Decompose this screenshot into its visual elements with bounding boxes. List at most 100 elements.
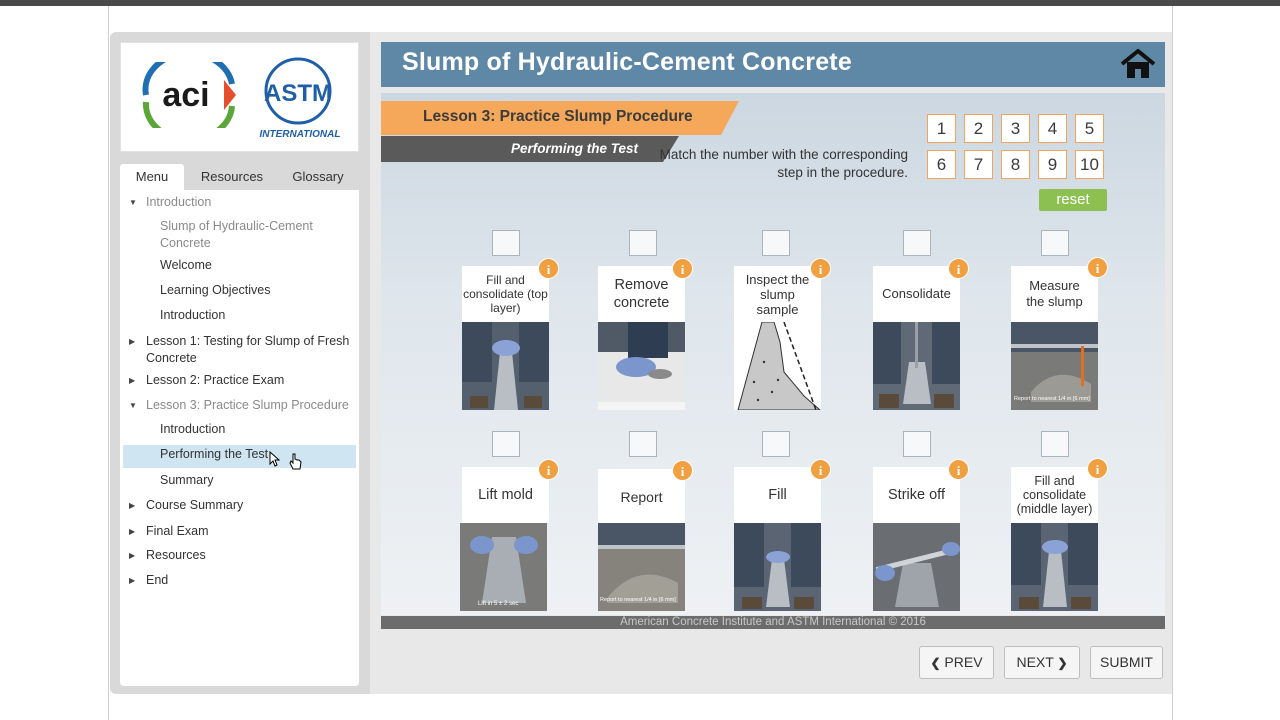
step-answer-box[interactable] bbox=[629, 230, 657, 256]
step-answer-box[interactable] bbox=[1041, 230, 1069, 256]
info-icon[interactable]: i bbox=[948, 459, 969, 480]
reset-button[interactable]: reset bbox=[1039, 189, 1107, 211]
next-label: NEXT bbox=[1016, 654, 1054, 670]
step-photo-lift-mold: Lift in 5 ± 2 sec bbox=[460, 523, 547, 611]
menu-item-slump-intro[interactable]: Slump of Hydraulic-Cement Concrete bbox=[160, 218, 340, 252]
step-label-fill-consolidate-middle: Fill and consolidate (middle layer) bbox=[1011, 467, 1098, 523]
copyright-text: American Concrete Institute and ASTM Int… bbox=[620, 616, 926, 628]
tab-menu[interactable]: Menu bbox=[120, 164, 184, 190]
step-answer-box[interactable] bbox=[1041, 431, 1069, 457]
tab-resources[interactable]: Resources bbox=[194, 164, 270, 190]
home-icon[interactable] bbox=[1120, 48, 1156, 80]
prev-button[interactable]: ❮ PREV bbox=[919, 646, 994, 679]
astm-logo-top: ASTM bbox=[264, 80, 332, 107]
step-label-measure: Measure the slump bbox=[1011, 266, 1098, 322]
number-box-5[interactable]: 5 bbox=[1075, 114, 1104, 143]
step-photo-fill bbox=[734, 523, 821, 611]
info-icon[interactable]: i bbox=[538, 459, 559, 480]
instructions: Match the number with the corresponding … bbox=[659, 147, 908, 180]
step-label-consolidate: Consolidate bbox=[873, 266, 960, 322]
step-label-remove-concrete: Remove concrete bbox=[598, 266, 685, 322]
step-photo-fill-consolidate-middle bbox=[1011, 523, 1098, 611]
step-label-inspect: Inspect the slump sample bbox=[734, 266, 821, 322]
info-icon[interactable]: i bbox=[1087, 257, 1108, 278]
menu-item-lesson-3[interactable]: Lesson 3: Practice Slump Procedure bbox=[146, 397, 349, 414]
number-box-6[interactable]: 6 bbox=[927, 150, 956, 179]
info-icon[interactable]: i bbox=[810, 459, 831, 480]
lesson-subtitle: Performing the Test bbox=[511, 141, 639, 156]
menu-item-lesson3-introduction[interactable]: Introduction bbox=[160, 421, 225, 438]
info-icon[interactable]: i bbox=[1087, 458, 1108, 479]
photo-caption-measure: Report to nearest 1/4 in [6 mm] bbox=[1014, 396, 1090, 402]
step-photo-measure: Report to nearest 1/4 in [6 mm] bbox=[1011, 322, 1098, 410]
step-answer-box[interactable] bbox=[762, 431, 790, 457]
info-icon[interactable]: i bbox=[810, 258, 831, 279]
menu-item-final-exam[interactable]: Final Exam bbox=[146, 523, 209, 540]
info-icon[interactable]: i bbox=[672, 460, 693, 481]
step-label-lift-mold: Lift mold bbox=[462, 467, 549, 523]
menu-item-learning-objectives[interactable]: Learning Objectives bbox=[160, 282, 270, 299]
chevron-left-icon: ❮ bbox=[930, 656, 941, 670]
chevron-right-icon[interactable]: ▶ bbox=[129, 337, 135, 346]
chevron-right-icon: ❯ bbox=[1057, 656, 1068, 670]
chevron-right-icon[interactable]: ▶ bbox=[129, 527, 135, 536]
step-label-report: Report bbox=[598, 469, 685, 525]
tab-glossary[interactable]: Glossary bbox=[282, 164, 354, 190]
menu-item-lesson-1[interactable]: Lesson 1: Testing for Slump of Fresh Con… bbox=[146, 333, 358, 367]
chevron-down-icon[interactable]: ▼ bbox=[129, 198, 137, 207]
number-box-7[interactable]: 7 bbox=[964, 150, 993, 179]
next-button[interactable]: NEXT ❯ bbox=[1004, 646, 1080, 679]
step-photo-fill-consolidate-top bbox=[462, 322, 549, 410]
number-box-9[interactable]: 9 bbox=[1038, 150, 1067, 179]
number-box-3[interactable]: 3 bbox=[1001, 114, 1030, 143]
step-answer-box[interactable] bbox=[492, 230, 520, 256]
step-photo-slump-diagram bbox=[734, 322, 821, 410]
aci-logo: aci bbox=[142, 62, 236, 128]
step-photo-report: Report to nearest 1/4 in [6 mm] bbox=[598, 523, 685, 611]
step-photo-strike-off bbox=[873, 523, 960, 611]
menu-item-introduction-sub[interactable]: Introduction bbox=[160, 307, 225, 324]
lesson-title: Lesson 3: Practice Slump Procedure bbox=[423, 108, 693, 125]
number-box-4[interactable]: 4 bbox=[1038, 114, 1067, 143]
number-box-1[interactable]: 1 bbox=[927, 114, 956, 143]
chevron-right-icon[interactable]: ▶ bbox=[129, 576, 135, 585]
step-answer-box[interactable] bbox=[762, 230, 790, 256]
menu-item-resources[interactable]: Resources bbox=[146, 547, 206, 564]
step-answer-box[interactable] bbox=[903, 431, 931, 457]
menu-item-welcome[interactable]: Welcome bbox=[160, 257, 212, 274]
hand-cursor-icon bbox=[269, 450, 302, 470]
info-icon[interactable]: i bbox=[538, 258, 559, 279]
info-icon[interactable]: i bbox=[672, 258, 693, 279]
aci-logo-text: aci bbox=[162, 76, 209, 114]
prev-label: PREV bbox=[944, 654, 983, 670]
menu-item-end[interactable]: End bbox=[146, 572, 168, 589]
menu-item-lesson-2[interactable]: Lesson 2: Practice Exam bbox=[146, 372, 284, 389]
step-answer-box[interactable] bbox=[903, 230, 931, 256]
course-menu bbox=[120, 190, 359, 686]
step-answer-box[interactable] bbox=[492, 431, 520, 457]
step-label-strike-off: Strike off bbox=[873, 467, 960, 523]
menu-item-summary[interactable]: Summary bbox=[160, 472, 213, 489]
number-box-8[interactable]: 8 bbox=[1001, 150, 1030, 179]
sidebar-tabs: Menu Resources Glossary bbox=[120, 164, 359, 190]
menu-item-course-summary[interactable]: Course Summary bbox=[146, 497, 243, 514]
photo-caption-report: Report to nearest 1/4 in [6 mm] bbox=[600, 597, 676, 603]
photo-caption-lift: Lift in 5 ± 2 sec bbox=[478, 601, 518, 607]
astm-logo: ASTM INTERNATIONAL bbox=[260, 57, 341, 140]
step-photo-remove-concrete bbox=[598, 322, 685, 410]
chevron-right-icon[interactable]: ▶ bbox=[129, 551, 135, 560]
menu-item-performing-the-test[interactable]: Performing the Test bbox=[160, 446, 268, 463]
step-label-fill: Fill bbox=[734, 467, 821, 523]
chevron-right-icon[interactable]: ▶ bbox=[129, 376, 135, 385]
step-answer-box[interactable] bbox=[629, 431, 657, 457]
step-label-fill-consolidate-top: Fill and consolidate (top layer) bbox=[462, 266, 549, 322]
menu-item-introduction[interactable]: Introduction bbox=[146, 194, 211, 211]
submit-button[interactable]: SUBMIT bbox=[1090, 646, 1163, 679]
number-box-10[interactable]: 10 bbox=[1075, 150, 1104, 179]
chevron-right-icon[interactable]: ▶ bbox=[129, 501, 135, 510]
chevron-down-icon[interactable]: ▼ bbox=[129, 401, 137, 410]
astm-logo-bottom: INTERNATIONAL bbox=[260, 129, 341, 140]
info-icon[interactable]: i bbox=[948, 258, 969, 279]
number-box-2[interactable]: 2 bbox=[964, 114, 993, 143]
page-title: Slump of Hydraulic-Cement Concrete bbox=[402, 48, 852, 76]
